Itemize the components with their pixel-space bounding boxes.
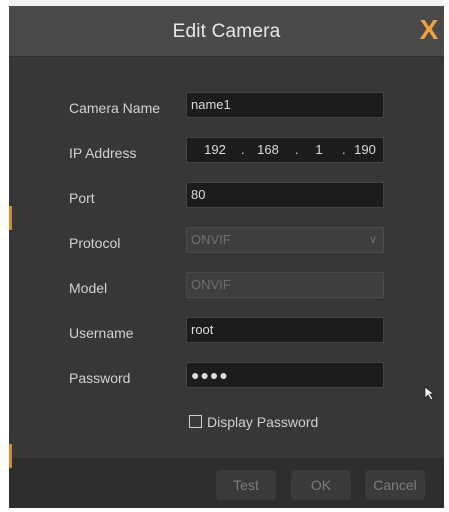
ip-octet-4[interactable]: 190 <box>349 138 381 162</box>
username-label: Username <box>69 325 134 341</box>
frame-left <box>0 0 9 512</box>
protocol-value: ONVIF <box>191 232 231 247</box>
ip-address-label: IP Address <box>69 145 137 161</box>
test-button[interactable]: Test <box>216 470 276 500</box>
ok-button[interactable]: OK <box>291 470 351 500</box>
ip-octet-2[interactable]: 168 <box>251 138 285 162</box>
mouse-pointer-icon <box>424 386 436 401</box>
frame-bottom <box>0 508 449 512</box>
protocol-select: ONVIF ∨ <box>186 227 384 253</box>
ip-address-input[interactable]: 192 . 168 . 1 . 190 <box>186 137 384 163</box>
frame-right <box>444 0 449 512</box>
protocol-label: Protocol <box>69 235 121 251</box>
chevron-down-icon: ∨ <box>368 234 377 246</box>
display-password-label[interactable]: Display Password <box>207 414 318 430</box>
model-label: Model <box>69 280 108 296</box>
dialog-titlebar: Edit Camera X <box>9 6 444 57</box>
left-accent-mark <box>9 206 12 230</box>
close-icon[interactable]: X <box>416 15 442 45</box>
ip-octet-1[interactable]: 192 <box>197 138 233 162</box>
ip-octet-3[interactable]: 1 <box>304 138 334 162</box>
port-label: Port <box>69 190 95 206</box>
dialog-title: Edit Camera <box>172 21 281 42</box>
ip-separator: . <box>241 142 245 157</box>
camera-name-label: Camera Name <box>69 100 161 116</box>
ip-separator: . <box>295 142 299 157</box>
password-label: Password <box>69 370 131 386</box>
port-input[interactable]: 80 <box>186 182 384 208</box>
cancel-button[interactable]: Cancel <box>365 470 425 500</box>
camera-name-input[interactable]: name1 <box>186 92 384 118</box>
ip-separator: . <box>342 142 346 157</box>
dialog-footer: Test OK Cancel <box>9 458 444 508</box>
display-password-checkbox[interactable] <box>189 415 202 428</box>
username-input[interactable]: root <box>186 317 384 343</box>
left-accent-mark <box>9 444 12 468</box>
edit-camera-dialog: Edit Camera X Camera Name name1 IP Addre… <box>9 6 444 508</box>
model-input: ONVIF <box>186 272 384 298</box>
password-value: ●●●● <box>191 367 229 383</box>
password-input[interactable]: ●●●● <box>186 362 384 388</box>
